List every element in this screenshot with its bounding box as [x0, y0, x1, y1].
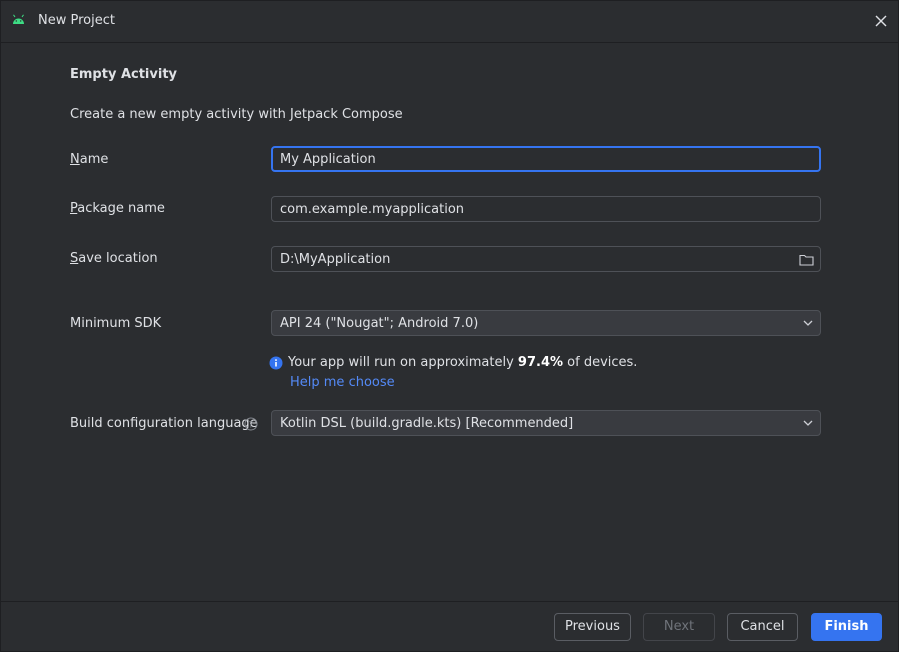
- save-location-label: Save location: [70, 251, 158, 266]
- window-title: New Project: [38, 13, 115, 28]
- android-icon: [13, 14, 24, 24]
- sdk-coverage-text: Your app will run on approximately 97.4%…: [288, 355, 637, 370]
- new-project-dialog: New Project Empty Activity Create a new …: [0, 0, 899, 652]
- package-name-field[interactable]: [271, 196, 821, 222]
- svg-text:?: ?: [249, 420, 254, 430]
- template-heading: Empty Activity: [70, 67, 178, 82]
- build-config-language-label: Build configuration language: [70, 416, 258, 431]
- finish-button[interactable]: Finish: [811, 613, 882, 641]
- name-label: Name: [70, 152, 108, 167]
- package-name-input[interactable]: [280, 197, 790, 221]
- name-input[interactable]: [280, 148, 789, 170]
- name-label-text: ame: [79, 152, 109, 167]
- info-icon: [269, 356, 283, 370]
- title-bar: New Project: [1, 1, 898, 43]
- question-icon[interactable]: ?: [244, 417, 258, 431]
- minimum-sdk-label: Minimum SDK: [70, 316, 162, 331]
- minimum-sdk-value: API 24 ("Nougat"; Android 7.0): [280, 316, 479, 331]
- name-field[interactable]: [271, 146, 821, 172]
- chevron-down-icon: [803, 320, 813, 326]
- folder-icon[interactable]: [799, 253, 814, 266]
- build-config-language-value: Kotlin DSL (build.gradle.kts) [Recommend…: [280, 416, 574, 431]
- close-icon[interactable]: [874, 14, 888, 28]
- chevron-down-icon: [803, 420, 813, 426]
- build-config-language-select[interactable]: Kotlin DSL (build.gradle.kts) [Recommend…: [271, 410, 821, 436]
- help-me-choose-link[interactable]: Help me choose: [290, 375, 395, 390]
- save-location-input[interactable]: [280, 247, 790, 271]
- previous-button[interactable]: Previous: [554, 613, 631, 641]
- name-label-mnemonic: N: [70, 152, 80, 167]
- minimum-sdk-select[interactable]: API 24 ("Nougat"; Android 7.0): [271, 310, 821, 336]
- sdk-coverage-suffix: of devices.: [563, 355, 638, 370]
- sdk-coverage-prefix: Your app will run on approximately: [288, 355, 518, 370]
- next-button[interactable]: Next: [643, 613, 715, 641]
- save-location-field[interactable]: [271, 246, 821, 272]
- cancel-button[interactable]: Cancel: [727, 613, 798, 641]
- package-name-label: Package name: [70, 201, 165, 216]
- template-description: Create a new empty activity with Jetpack…: [70, 107, 403, 122]
- sdk-coverage-percent: 97.4%: [517, 355, 564, 370]
- save-location-label-text: ave location: [78, 251, 158, 266]
- package-label-text: ackage name: [77, 201, 165, 216]
- footer-divider: [1, 601, 898, 602]
